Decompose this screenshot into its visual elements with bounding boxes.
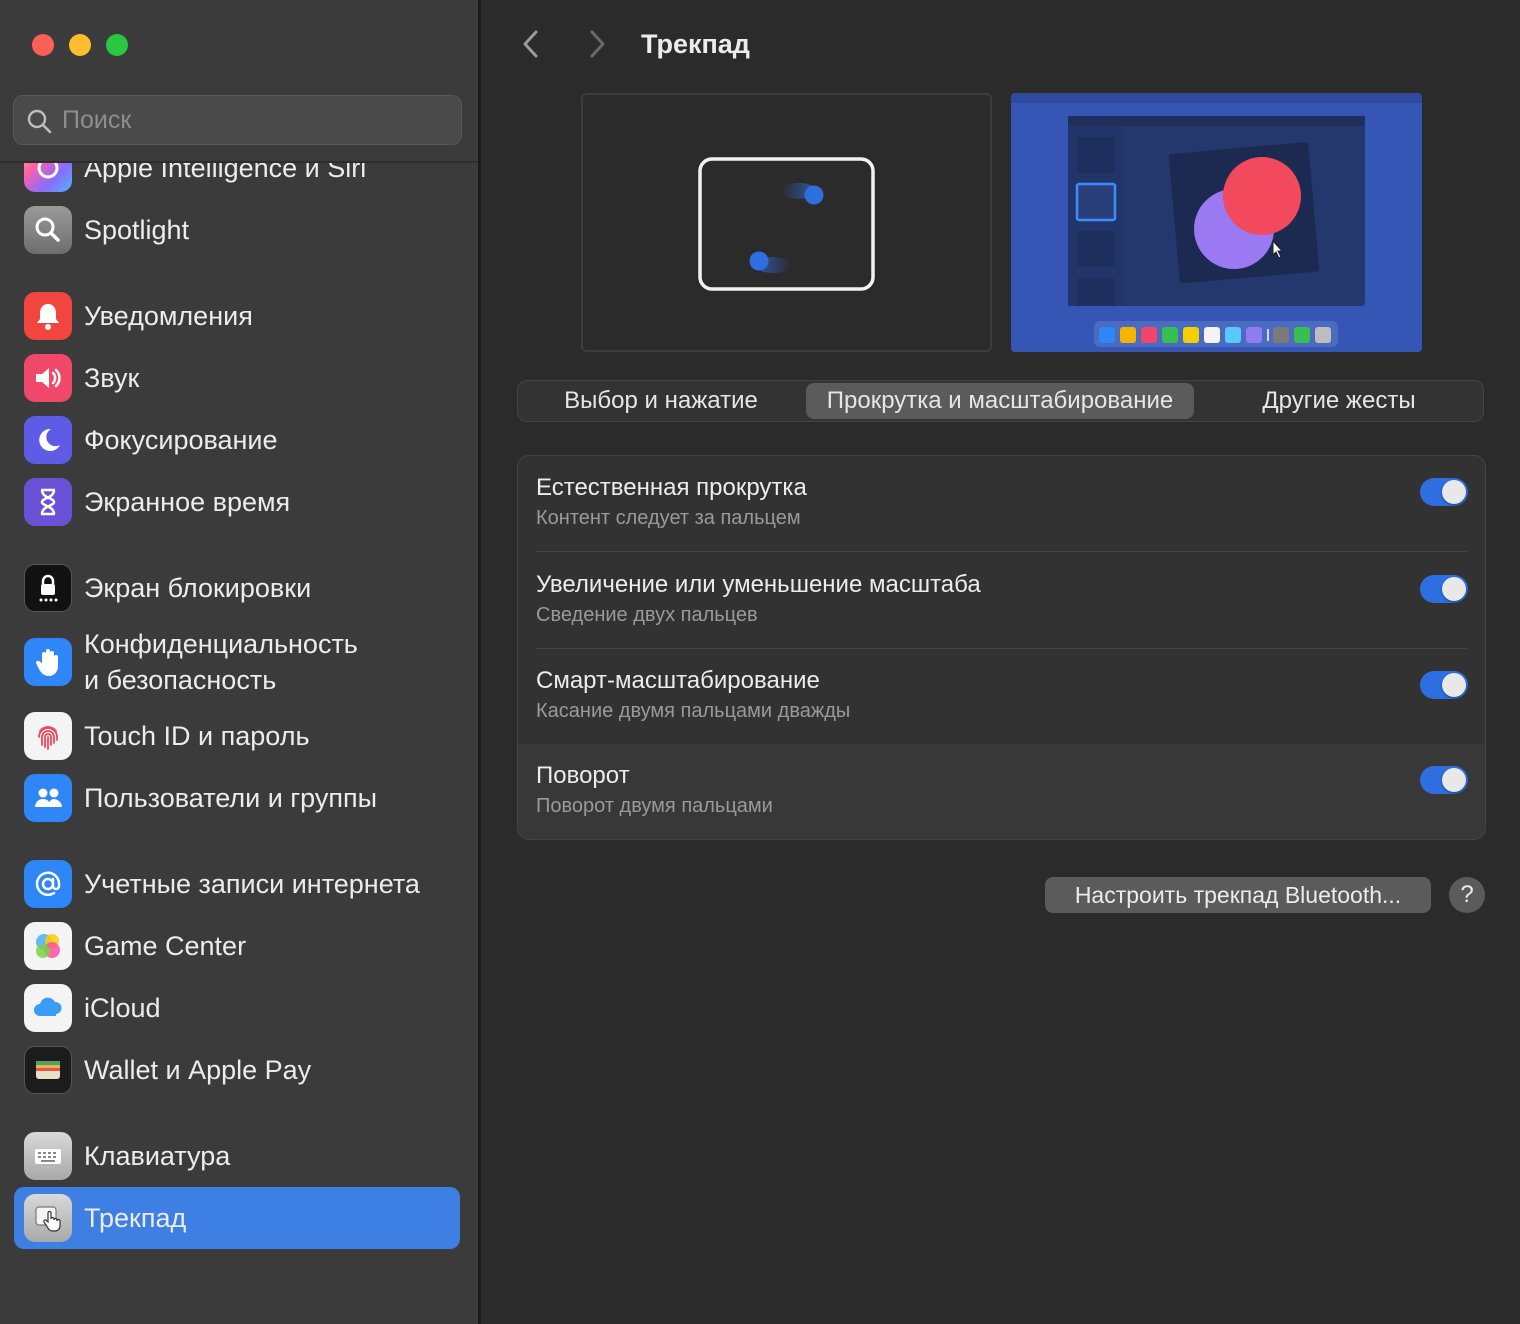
setting-title: Увеличение или уменьшение масштаба	[536, 571, 981, 598]
gesture-preview-screen	[1011, 93, 1422, 352]
sidebar-item-label: iCloud	[84, 993, 161, 1023]
sidebar-item-focus[interactable]: Фокусирование	[14, 409, 460, 471]
sidebar-item-label: Конфиденциальность	[84, 629, 358, 659]
setting-title: Поворот	[536, 762, 630, 789]
sidebar-item-keyboard[interactable]: Клавиатура	[14, 1125, 460, 1187]
setting-subtitle: Поворот двумя пальцами	[536, 795, 773, 817]
tab-point-click[interactable]: Выбор и нажатие	[520, 383, 802, 419]
chevron-right-icon	[590, 30, 605, 58]
setting-row-rotate: Поворот Поворот двумя пальцами	[518, 744, 1485, 839]
sidebar-item-touch-id[interactable]: Touch ID и пароль	[14, 705, 460, 767]
row-divider	[536, 551, 1467, 552]
sidebar-item-apple-intelligence[interactable]: Apple Intelligence и Siri	[14, 163, 460, 199]
setting-row-zoom-in-out: Увеличение или уменьшение масштаба Сведе…	[518, 553, 1485, 649]
lock-screen-icon	[24, 564, 72, 612]
back-button[interactable]	[513, 26, 549, 62]
sidebar-item-label: Wallet и Apple Pay	[84, 1055, 312, 1085]
sidebar-item-sound[interactable]: Звук	[14, 347, 460, 409]
wallet-icon	[24, 1046, 72, 1094]
sidebar-item-game-center[interactable]: Game Center	[14, 915, 460, 977]
search-input[interactable]	[62, 96, 452, 144]
zoom-in-out-toggle[interactable]	[1420, 575, 1468, 603]
page-title: Трекпад	[641, 29, 750, 59]
gesture-preview-trackpad	[581, 93, 992, 352]
window-controls	[32, 34, 128, 56]
tab-scroll-zoom[interactable]: Прокрутка и масштабирование	[806, 383, 1194, 419]
tab-more-gestures[interactable]: Другие жесты	[1198, 383, 1480, 419]
sidebar-list: Apple Intelligence и Siri Spotlight Увед…	[0, 163, 478, 1324]
sidebar-item-notifications[interactable]: Уведомления	[14, 285, 460, 347]
sidebar-item-screen-time[interactable]: Экранное время	[14, 471, 460, 533]
setting-subtitle: Сведение двух пальцев	[536, 604, 758, 626]
sidebar-item-internet-accounts[interactable]: Учетные записи интернета	[14, 853, 460, 915]
help-button[interactable]: ?	[1449, 877, 1485, 913]
sidebar-item-users-groups[interactable]: Пользователи и группы	[14, 767, 460, 829]
gesture-category-tabs: Выбор и нажатие Прокрутка и масштабирова…	[517, 380, 1484, 422]
zoom-window-button[interactable]	[106, 34, 128, 56]
sound-icon	[24, 354, 72, 402]
sidebar-item-label: Apple Intelligence и Siri	[84, 163, 367, 183]
sidebar-item-label: Звук	[84, 363, 140, 393]
focus-icon	[24, 416, 72, 464]
sidebar-item-label: Экран блокировки	[84, 573, 312, 603]
sidebar-item-label: Клавиатура	[84, 1141, 231, 1171]
touch-id-icon	[24, 712, 72, 760]
sidebar-item-privacy-security[interactable]: Конфиденциальность и безопасность	[14, 625, 460, 699]
chevron-left-icon	[523, 30, 538, 58]
sidebar-item-trackpad[interactable]: Трекпад	[14, 1187, 460, 1249]
trackpad-icon	[24, 1194, 72, 1242]
close-window-button[interactable]	[32, 34, 54, 56]
sidebar-item-label: Spotlight	[84, 215, 190, 245]
sidebar-item-wallet[interactable]: Wallet и Apple Pay	[14, 1039, 460, 1101]
setting-row-smart-zoom: Смарт-масштабирование Касание двумя паль…	[518, 649, 1485, 745]
sidebar-item-label: Трекпад	[84, 1203, 187, 1233]
settings-list: Естественная прокрутка Контент следует з…	[517, 455, 1486, 840]
rotate-toggle[interactable]	[1420, 766, 1468, 794]
sidebar-item-spotlight[interactable]: Spotlight	[14, 199, 460, 261]
setting-row-natural-scrolling: Естественная прокрутка Контент следует з…	[518, 456, 1485, 552]
sidebar-item-label-line2: и безопасность	[84, 665, 277, 695]
setup-bluetooth-trackpad-button[interactable]: Настроить трекпад Bluetooth...	[1045, 877, 1431, 913]
sidebar-item-label: Пользователи и группы	[84, 783, 378, 813]
internet-accounts-icon	[24, 860, 72, 908]
setting-title: Смарт-масштабирование	[536, 667, 820, 694]
game-center-icon	[24, 922, 72, 970]
icloud-icon	[24, 984, 72, 1032]
sidebar-item-label: Game Center	[84, 931, 247, 961]
spotlight-icon	[24, 206, 72, 254]
setting-subtitle: Касание двумя пальцами дважды	[536, 700, 851, 722]
forward-button[interactable]	[579, 26, 615, 62]
sidebar-item-label: Учетные записи интернета	[84, 869, 420, 899]
sidebar: Apple Intelligence и Siri Spotlight Увед…	[0, 0, 478, 1324]
sidebar-item-label: Уведомления	[84, 301, 253, 331]
keyboard-icon	[24, 1132, 72, 1180]
natural-scrolling-toggle[interactable]	[1420, 478, 1468, 506]
notifications-icon	[24, 292, 72, 340]
desktop-illustration	[1011, 93, 1422, 352]
sidebar-item-lock-screen[interactable]: Экран блокировки	[14, 557, 460, 619]
search-icon	[27, 109, 52, 134]
sidebar-item-label: Экранное время	[84, 487, 291, 517]
setting-subtitle: Контент следует за пальцем	[536, 507, 801, 529]
main-pane: Трекпад Выбор и нажатие Прокрутка и масш…	[481, 0, 1520, 1324]
apple-intelligence-siri-icon	[24, 163, 72, 192]
smart-zoom-toggle[interactable]	[1420, 671, 1468, 699]
setting-title: Естественная прокрутка	[536, 474, 807, 501]
privacy-security-icon	[24, 638, 72, 686]
sidebar-item-icloud[interactable]: iCloud	[14, 977, 460, 1039]
sidebar-item-label: Touch ID и пароль	[84, 721, 310, 751]
sidebar-item-label: Фокусирование	[84, 425, 278, 455]
minimize-window-button[interactable]	[69, 34, 91, 56]
users-groups-icon	[24, 774, 72, 822]
screen-time-icon	[24, 478, 72, 526]
search-field[interactable]	[13, 95, 462, 145]
trackpad-illustration	[698, 157, 875, 291]
